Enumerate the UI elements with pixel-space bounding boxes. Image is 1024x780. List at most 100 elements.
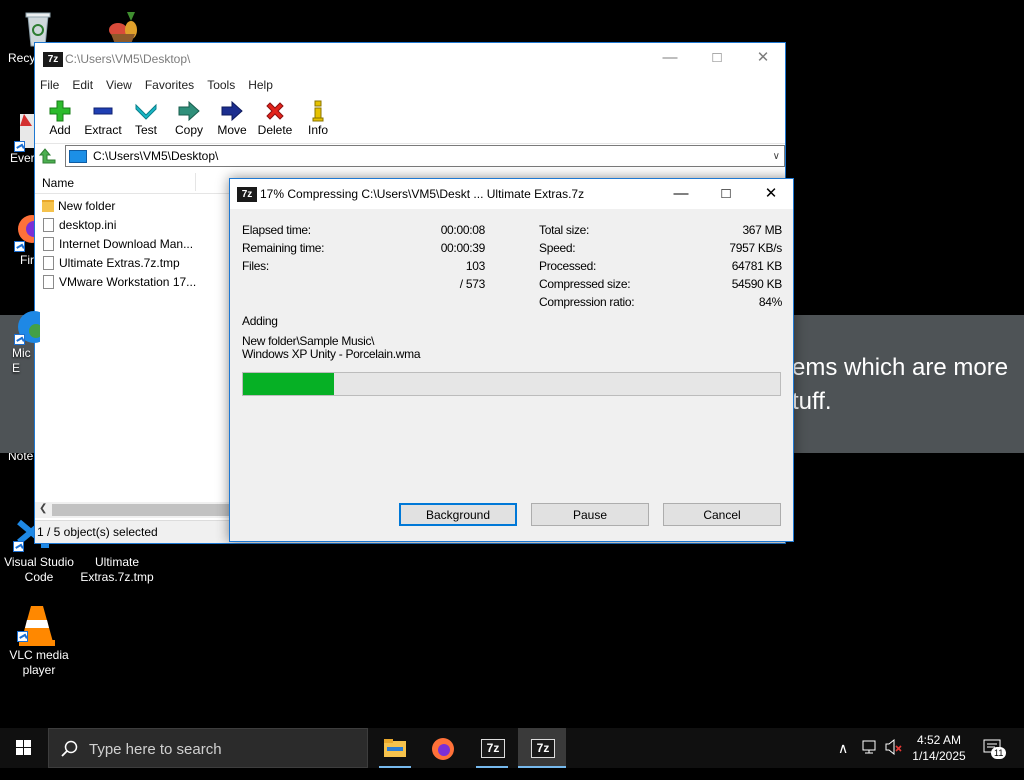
file-list: New folder desktop.ini Internet Download… [42, 196, 196, 291]
address-row: C:\Users\VM5\Desktop\ ∨ [35, 143, 785, 168]
copy-button[interactable]: Copy [168, 95, 210, 143]
extract-label: Extract [84, 123, 122, 137]
desktop-icon-label: Mic E [12, 346, 31, 375]
taskbar-firefox[interactable] [419, 728, 467, 768]
7zip-app-icon: 7z [237, 187, 257, 202]
windows-logo-icon [16, 740, 31, 755]
files-processed-value: 103 [465, 259, 485, 273]
cancel-button[interactable]: Cancel [663, 503, 781, 526]
total-size-value: 367 MB [742, 223, 782, 237]
progress-bar-fill [243, 373, 335, 395]
status-text: 1 / 5 object(s) selected [37, 525, 158, 539]
test-label: Test [134, 123, 157, 137]
computer-icon [69, 149, 87, 163]
compression-ratio-value: 84% [758, 295, 782, 309]
elapsed-time-label: Elapsed time: [242, 223, 311, 237]
clock-time: 4:52 AM [916, 733, 962, 747]
menu-help[interactable]: Help [248, 78, 273, 92]
minimize-button[interactable]: — [647, 43, 693, 73]
list-item[interactable]: VMware Workstation 17... [42, 272, 196, 291]
compressed-size-label: Compressed size: [539, 277, 631, 291]
compressing-progress-dialog[interactable]: 7z 17% Compressing C:\Users\VM5\Deskt ..… [229, 178, 794, 542]
title-bar[interactable]: 7z C:\Users\VM5\Desktop\ — □ ✕ [35, 43, 785, 75]
desktop-icon-edge[interactable]: Mic E [0, 305, 50, 376]
column-header: Name [35, 171, 235, 194]
menu-tools[interactable]: Tools [207, 78, 235, 92]
elapsed-time-value: 00:00:08 [440, 223, 486, 237]
taskbar-file-explorer[interactable] [371, 728, 419, 768]
search-icon [61, 740, 78, 757]
list-item[interactable]: Internet Download Man... [42, 234, 196, 253]
compressed-size-value: 54590 KB [731, 277, 783, 291]
desktop-icon-vlc[interactable]: VLC media player [1, 602, 77, 678]
action-label: Adding [242, 314, 278, 328]
dialog-title: 17% Compressing C:\Users\VM5\Deskt ... U… [260, 187, 585, 201]
desktop-icon-label: Ultimate Extras.7z.tmp [80, 555, 154, 584]
taskbar-search-box[interactable]: Type here to search [48, 728, 368, 768]
arrow-right-icon [211, 99, 253, 123]
menu-bar: File Edit View Favorites Tools Help [35, 75, 785, 95]
red-x-icon [254, 99, 296, 123]
chevron-down-icon[interactable]: ∨ [773, 151, 780, 162]
file-icon [43, 217, 54, 232]
files-total-value: / 573 [459, 277, 486, 291]
folder-icon [42, 199, 54, 212]
taskbar-7zip-1[interactable]: 7z [468, 728, 516, 768]
current-file: Windows XP Unity - Porcelain.wma [242, 347, 421, 361]
scrollbar-thumb[interactable] [52, 504, 232, 516]
up-folder-icon[interactable] [38, 147, 57, 165]
list-item[interactable]: desktop.ini [42, 215, 196, 234]
list-item[interactable]: Ultimate Extras.7z.tmp [42, 253, 196, 272]
minimize-button[interactable]: — [658, 179, 704, 209]
shortcut-arrow-icon [14, 334, 25, 345]
background-button[interactable]: Background [399, 503, 517, 526]
horizontal-scrollbar[interactable]: ❮ [35, 502, 232, 518]
start-button[interactable] [0, 728, 48, 768]
test-button[interactable]: Test [125, 95, 167, 143]
plus-icon [39, 99, 81, 123]
address-bar[interactable]: C:\Users\VM5\Desktop\ ∨ [65, 145, 785, 167]
taskbar-clock[interactable]: 4:52 AM 1/14/2025 [905, 732, 973, 764]
7zip-icon: 7z [481, 739, 505, 758]
shortcut-arrow-icon [13, 541, 24, 552]
network-icon[interactable] [862, 739, 880, 779]
notification-count-badge: 11 [991, 747, 1007, 759]
menu-favorites[interactable]: Favorites [145, 78, 194, 92]
dialog-title-bar[interactable]: 7z 17% Compressing C:\Users\VM5\Deskt ..… [230, 179, 793, 209]
info-icon [297, 99, 339, 123]
delete-button[interactable]: Delete [254, 95, 296, 143]
add-button[interactable]: Add [39, 95, 81, 143]
banner-text: ems which are more tuff. [792, 354, 1009, 415]
menu-edit[interactable]: Edit [72, 78, 93, 92]
speed-value: 7957 KB/s [729, 241, 782, 255]
close-button[interactable]: ✕ [748, 179, 794, 209]
taskbar-7zip-2[interactable]: 7z [518, 728, 566, 768]
menu-file[interactable]: File [40, 78, 59, 92]
current-path: New folder\Sample Music\ [242, 334, 375, 348]
file-name: VMware Workstation 17... [59, 274, 197, 289]
files-label: Files: [242, 259, 269, 273]
menu-view[interactable]: View [106, 78, 132, 92]
remaining-time-value: 00:00:39 [440, 241, 486, 255]
scroll-left-icon[interactable]: ❮ [39, 503, 47, 514]
list-item[interactable]: New folder [42, 196, 196, 215]
column-divider[interactable] [195, 173, 196, 191]
extract-button[interactable]: Extract [82, 95, 124, 143]
move-button[interactable]: Move [211, 95, 253, 143]
pause-button[interactable]: Pause [531, 503, 649, 526]
info-button[interactable]: Info [297, 95, 339, 143]
chevron-up-icon[interactable]: ∧ [838, 740, 848, 780]
search-placeholder: Type here to search [89, 741, 222, 758]
total-size-label: Total size: [539, 223, 590, 237]
notification-center-icon[interactable]: 11 [983, 739, 1007, 779]
file-name: Ultimate Extras.7z.tmp [59, 255, 180, 270]
address-text: C:\Users\VM5\Desktop\ [93, 149, 219, 163]
maximize-button[interactable]: □ [703, 179, 749, 209]
volume-muted-icon[interactable] [885, 738, 903, 779]
close-button[interactable]: ✕ [740, 43, 786, 73]
maximize-button[interactable]: □ [694, 43, 740, 73]
name-column-header[interactable]: Name [42, 176, 74, 190]
double-arrow-right-icon [168, 99, 210, 123]
vlc-cone-icon [17, 602, 57, 646]
shortcut-arrow-icon [14, 141, 25, 152]
